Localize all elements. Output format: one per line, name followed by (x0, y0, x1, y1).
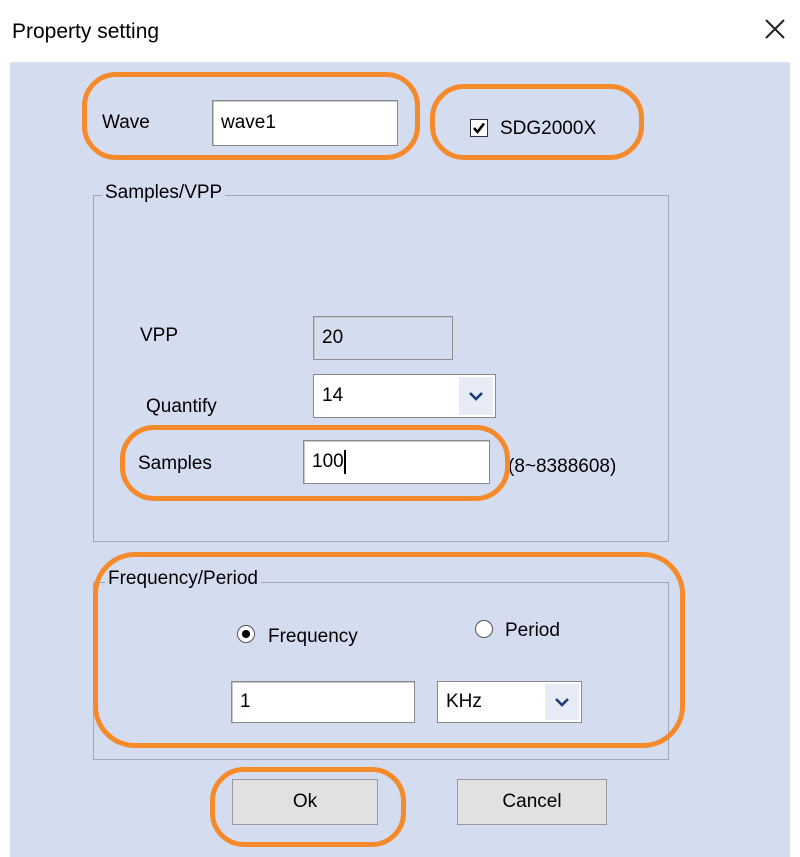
quantify-select[interactable]: 14 (313, 374, 496, 418)
highlight-ok (210, 767, 406, 847)
highlight-sdg2000x (430, 84, 644, 160)
quantify-select-value: 14 (322, 385, 344, 406)
highlight-wave (82, 72, 420, 160)
vpp-label: VPP (140, 325, 179, 346)
highlight-frequency-period (93, 552, 685, 748)
vpp-field: 20 (313, 316, 453, 360)
close-icon[interactable] (758, 12, 792, 46)
samples-vpp-group-title: Samples/VPP (102, 182, 226, 204)
highlight-samples (120, 425, 510, 501)
chevron-down-icon[interactable] (459, 377, 493, 415)
cancel-button[interactable]: Cancel (457, 779, 607, 825)
window-title: Property setting (12, 20, 160, 43)
quantify-label: Quantify (146, 396, 217, 417)
samples-range-hint: (8~8388608) (508, 456, 617, 477)
